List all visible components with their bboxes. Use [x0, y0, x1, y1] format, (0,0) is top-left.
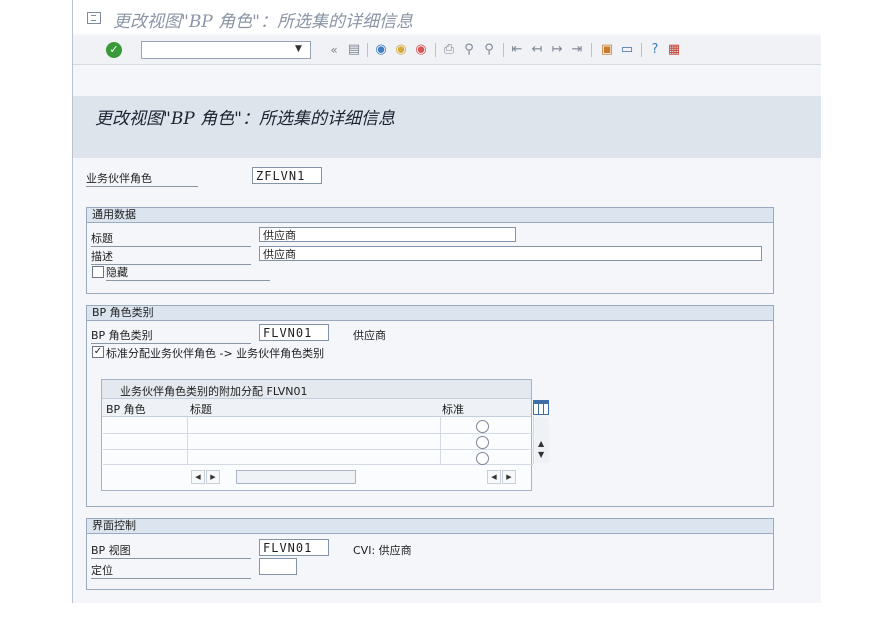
description-field[interactable]: 供应商 — [259, 246, 762, 261]
exit-icon[interactable]: ◉ — [393, 43, 409, 57]
scroll-left-icon[interactable]: ◀ — [487, 470, 501, 484]
print-icon[interactable]: ⎙ — [441, 43, 457, 57]
table-row — [103, 449, 533, 450]
hidden-label: 隐藏 — [106, 264, 270, 281]
std-assign-label: 标准分配业务伙伴角色 -> 业务伙伴角色类别 — [106, 347, 325, 360]
group-header: 界面控制 — [87, 519, 773, 534]
horizontal-scrollbar-thumb[interactable] — [236, 470, 356, 484]
new-session-icon[interactable]: ▣ — [599, 43, 615, 57]
bp-role-label: 业务伙伴角色 — [86, 170, 198, 187]
sap-window: 更改视图"BP 角色"：所选集的详细信息 ✓ ▼ « ▤ ◉ ◉ ◉ ⎙ ⚲ ⚲… — [72, 0, 821, 603]
next-page-icon[interactable]: ↦ — [549, 43, 565, 57]
group-header: 通用数据 — [87, 208, 773, 223]
toolbar-divider — [367, 43, 368, 57]
menu-icon[interactable] — [87, 12, 101, 24]
table-column-header: BP 角色 标题 标准 — [102, 399, 549, 417]
back-icon[interactable]: ◉ — [373, 43, 389, 57]
window-title: 更改视图"BP 角色"：所选集的详细信息 — [113, 12, 413, 32]
bp-role-field[interactable]: ZFLVN1 — [252, 167, 322, 184]
category-text: 供应商 — [353, 329, 386, 342]
first-page-icon[interactable]: ⇤ — [509, 43, 525, 57]
std-assign-checkbox[interactable]: ✓ — [92, 346, 104, 358]
scroll-up-icon[interactable]: ▲ — [538, 439, 544, 448]
shortcut-icon[interactable]: ▭ — [619, 43, 635, 57]
back-arrows-icon[interactable]: « — [327, 43, 341, 57]
window-titlebar: 更改视图"BP 角色"：所选集的详细信息 — [73, 0, 821, 34]
enter-icon[interactable]: ✓ — [106, 42, 122, 58]
assignment-table: 业务伙伴角色类别的附加分配 FLVN01 BP 角色 标题 标准 ▲ ▼ ◀ ▶… — [101, 379, 549, 491]
toolbar-divider — [503, 43, 504, 57]
column-bp-role[interactable]: BP 角色 — [106, 401, 146, 417]
prev-page-icon[interactable]: ↤ — [529, 43, 545, 57]
group-header: BP 角色类别 — [87, 306, 773, 321]
column-divider — [533, 416, 534, 464]
bp-view-text: CVI: 供应商 — [353, 544, 412, 557]
title-field[interactable]: 供应商 — [259, 227, 516, 242]
bp-view-field[interactable]: FLVN01 — [259, 539, 329, 556]
scroll-down-icon[interactable]: ▼ — [538, 450, 544, 459]
toolbar-divider — [641, 43, 642, 57]
table-row — [103, 464, 533, 465]
scroll-left-icon[interactable]: ◀ — [191, 470, 205, 484]
command-field[interactable] — [141, 41, 311, 59]
column-divider — [187, 416, 188, 464]
customize-icon[interactable]: ▦ — [667, 43, 681, 57]
toolbar-divider — [435, 43, 436, 57]
table-row — [103, 433, 533, 434]
scroll-right-icon[interactable]: ▶ — [206, 470, 220, 484]
standard-radio[interactable] — [476, 436, 489, 449]
hidden-checkbox[interactable] — [92, 266, 104, 278]
position-label: 定位 — [91, 562, 251, 579]
table-title-bar: 业务伙伴角色类别的附加分配 FLVN01 — [102, 380, 531, 399]
table-title: 业务伙伴角色类别的附加分配 FLVN01 — [120, 385, 308, 398]
page-title: 更改视图"BP 角色"：所选集的详细信息 — [95, 109, 395, 129]
vertical-scrollbar[interactable]: ▲ ▼ — [535, 418, 549, 463]
last-page-icon[interactable]: ⇥ — [569, 43, 585, 57]
column-title[interactable]: 标题 — [190, 401, 212, 417]
column-settings-icon[interactable] — [533, 400, 549, 415]
column-standard[interactable]: 标准 — [442, 401, 464, 417]
toolbar-divider — [591, 43, 592, 57]
description-label: 描述 — [91, 248, 251, 265]
find-next-icon[interactable]: ⚲ — [481, 43, 497, 57]
bp-view-label: BP 视图 — [91, 542, 251, 559]
category-field[interactable]: FLVN01 — [259, 324, 329, 341]
save-icon[interactable]: ▤ — [347, 43, 361, 57]
position-field[interactable] — [259, 558, 297, 575]
chevron-down-icon[interactable]: ▼ — [295, 44, 302, 54]
category-label: BP 角色类别 — [91, 327, 251, 344]
standard-radio[interactable] — [476, 420, 489, 433]
cancel-icon[interactable]: ◉ — [413, 43, 429, 57]
help-icon[interactable]: ? — [647, 43, 663, 57]
scroll-right-icon[interactable]: ▶ — [502, 470, 516, 484]
standard-toolbar: ✓ ▼ « ▤ ◉ ◉ ◉ ⎙ ⚲ ⚲ ⇤ ↤ ↦ ⇥ ▣ ▭ ? ▦ — [73, 36, 821, 65]
standard-radio[interactable] — [476, 452, 489, 465]
column-divider — [440, 416, 441, 464]
title-label: 标题 — [91, 230, 251, 247]
find-icon[interactable]: ⚲ — [461, 43, 477, 57]
